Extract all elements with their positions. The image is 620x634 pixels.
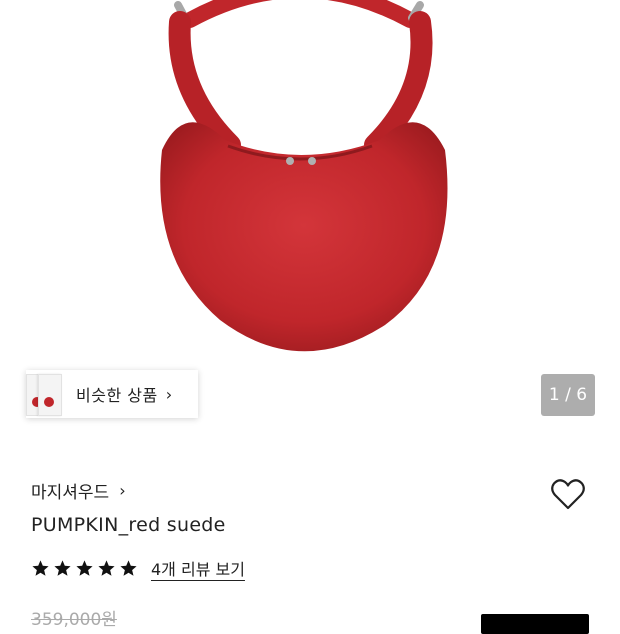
page-current: 1	[548, 385, 560, 405]
image-page-counter: 1 / 6	[541, 374, 595, 416]
page-total: 6	[576, 385, 588, 405]
star-filled-icon	[120, 559, 137, 576]
star-filled-icon	[54, 559, 71, 576]
star-filled-icon	[98, 559, 115, 576]
review-link[interactable]: 4개 리뷰 보기	[151, 556, 245, 580]
similar-products-label: 비슷한 상품	[76, 386, 158, 405]
star-filled-icon	[32, 559, 49, 576]
brand-link[interactable]: 마지셔우드 ›	[31, 478, 126, 503]
brand-name: 마지셔우드	[31, 483, 110, 503]
similar-product-thumbnails	[26, 370, 64, 418]
product-image-carousel[interactable]: 비슷한 상품 › 1 / 6	[0, 0, 620, 430]
chevron-right-icon: ›	[119, 481, 126, 500]
similar-thumb	[38, 374, 62, 416]
action-button[interactable]	[481, 614, 589, 634]
product-title: PUMPKIN_red suede	[31, 514, 226, 536]
heart-outline-icon[interactable]	[548, 474, 588, 514]
star-filled-icon	[76, 559, 93, 576]
product-image	[160, 0, 448, 352]
similar-products-button[interactable]: 비슷한 상품 ›	[26, 370, 198, 418]
rating-row: 4개 리뷰 보기	[31, 556, 245, 580]
original-price: 359,000원	[31, 610, 117, 630]
star-rating	[31, 559, 141, 578]
chevron-right-icon: ›	[165, 384, 173, 404]
page-separator: /	[559, 385, 577, 405]
